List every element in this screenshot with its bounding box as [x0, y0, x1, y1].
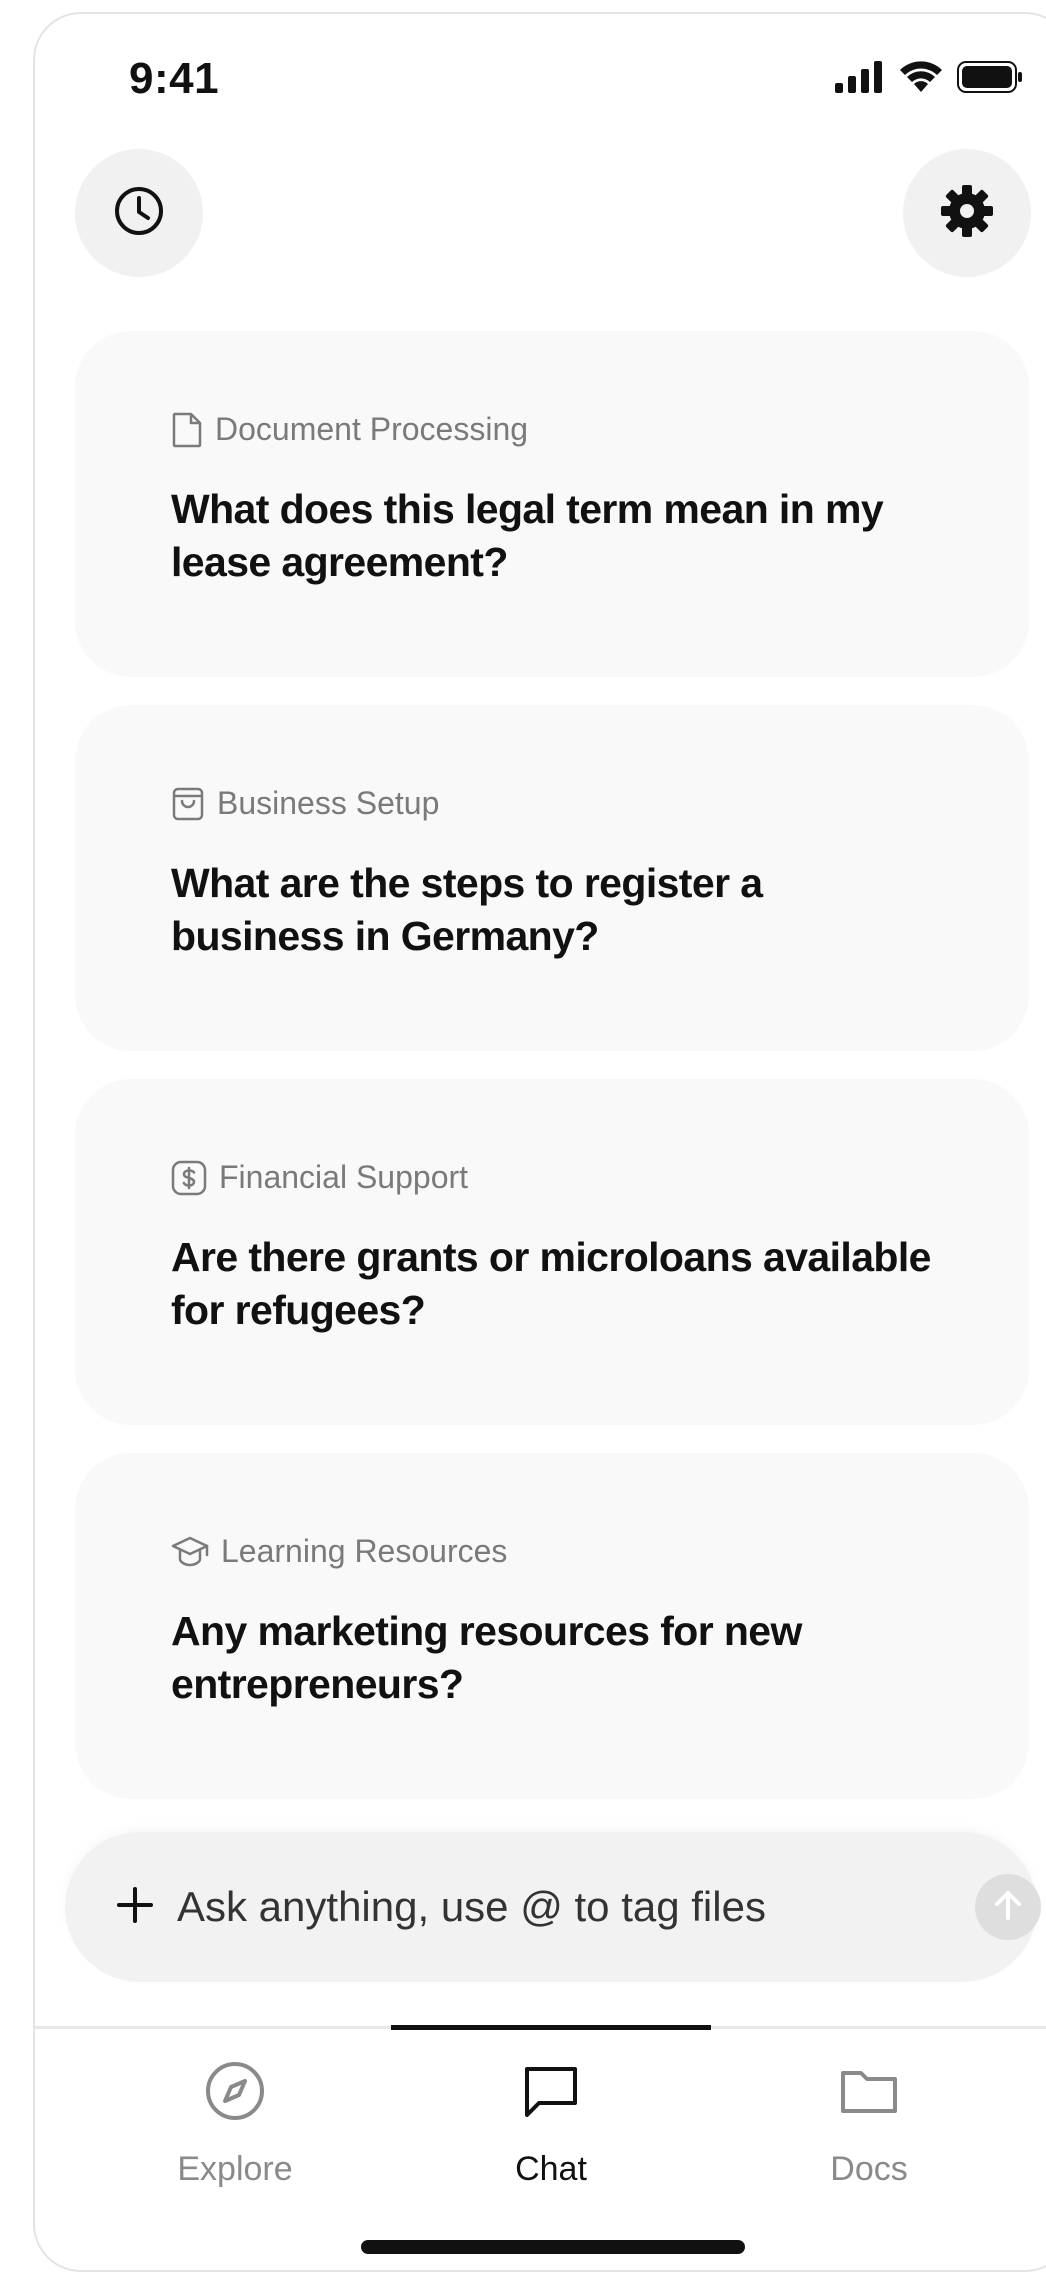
gear-icon [939, 183, 995, 244]
suggestion-card-financial-support[interactable]: Financial Support Are there grants or mi… [75, 1079, 1029, 1425]
status-bar: 9:41 [35, 14, 1045, 144]
tab-label: Explore [177, 2150, 293, 2188]
folder-icon [837, 2059, 901, 2128]
card-question: Are there grants or microloans available… [171, 1234, 931, 1333]
composer-bar [65, 1832, 1041, 1982]
card-category-label: Document Processing [215, 411, 529, 447]
battery-icon [957, 61, 1023, 98]
status-icons [835, 60, 1023, 99]
graduation-cap-icon [171, 1535, 209, 1569]
tab-docs[interactable]: Docs [759, 2059, 979, 2189]
history-button[interactable] [75, 149, 203, 277]
shopping-bag-icon [171, 786, 205, 822]
card-category-label: Business Setup [217, 785, 440, 821]
suggestion-card-document-processing[interactable]: Document Processing What does this legal… [75, 331, 1029, 677]
tab-bar: Explore Chat Docs [35, 2025, 1046, 2269]
document-icon [171, 412, 203, 448]
dollar-icon [171, 1160, 207, 1196]
phone-frame: 9:41 Document Processing What does this … [33, 12, 1046, 2272]
attach-button[interactable] [105, 1877, 165, 1937]
suggestion-card-business-setup[interactable]: Business Setup What are the steps to reg… [75, 705, 1029, 1051]
card-category-label: Financial Support [219, 1159, 469, 1195]
wifi-icon [899, 60, 943, 99]
card-question: Any marketing resources for new entrepre… [171, 1608, 802, 1707]
card-question: What does this legal term mean in my lea… [171, 486, 884, 585]
tab-explore[interactable]: Explore [125, 2059, 345, 2189]
card-question: What are the steps to register a busines… [171, 860, 763, 959]
chat-input[interactable] [177, 1872, 897, 1942]
card-category: Learning Resources [171, 1533, 507, 1570]
tab-chat[interactable]: Chat [441, 2059, 661, 2189]
plus-icon [115, 1885, 155, 1930]
arrow-up-icon [989, 1886, 1027, 1929]
send-button[interactable] [975, 1874, 1041, 1940]
status-time: 9:41 [129, 54, 220, 103]
compass-icon [203, 2059, 267, 2128]
clock-icon [113, 185, 165, 242]
active-tab-indicator [391, 2025, 711, 2030]
tab-label: Chat [515, 2150, 587, 2188]
cellular-signal-icon [835, 61, 885, 98]
settings-button[interactable] [903, 149, 1031, 277]
suggestion-card-learning-resources[interactable]: Learning Resources Any marketing resourc… [75, 1453, 1029, 1799]
tab-label: Docs [830, 2150, 908, 2188]
chat-bubble-icon [519, 2059, 583, 2128]
card-category-label: Learning Resources [221, 1533, 508, 1569]
card-category: Business Setup [171, 785, 439, 822]
card-category: Financial Support [171, 1159, 468, 1196]
card-category: Document Processing [171, 411, 528, 448]
